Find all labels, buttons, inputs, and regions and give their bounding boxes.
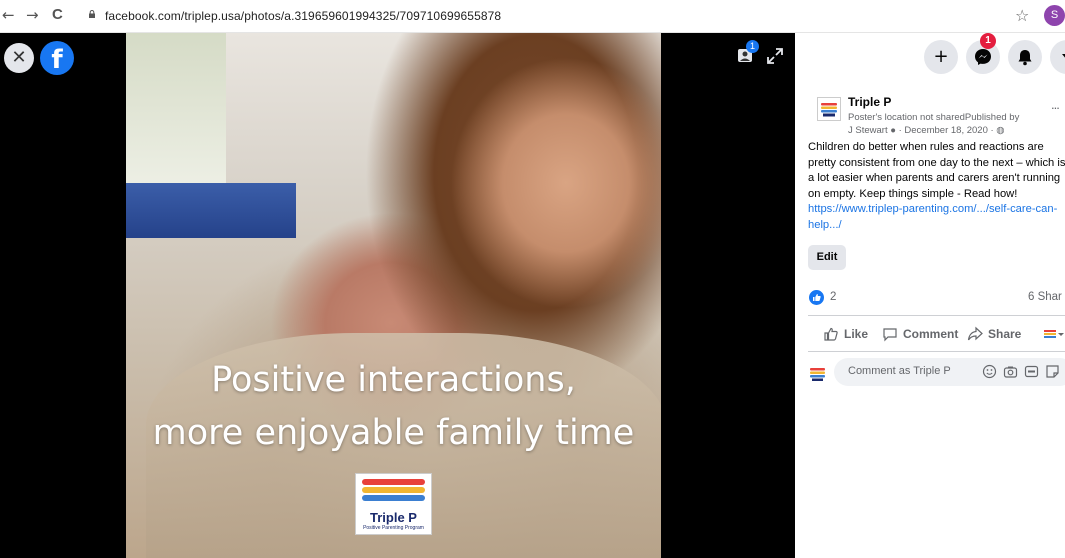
- post-author-name[interactable]: Triple P: [848, 95, 891, 109]
- sticker-icon[interactable]: [1045, 364, 1060, 379]
- comment-placeholder: Comment as Triple P: [848, 365, 951, 377]
- lock-icon[interactable]: [88, 10, 96, 18]
- reaction-count[interactable]: 2: [830, 291, 836, 303]
- browser-toolbar: ← → C facebook.com/triplep.usa/photos/a.…: [0, 0, 1065, 33]
- forward-arrow-icon[interactable]: →: [26, 6, 39, 24]
- like-button[interactable]: Like: [823, 326, 868, 342]
- comment-input[interactable]: Comment as Triple P: [834, 358, 1065, 386]
- comment-label: Comment: [903, 327, 959, 341]
- photo-background-window: [126, 33, 226, 193]
- back-arrow-icon[interactable]: ←: [2, 6, 15, 24]
- reload-icon[interactable]: C: [52, 6, 63, 23]
- photo-caption-line-2: more enjoyable family time: [152, 413, 635, 453]
- more-options-icon[interactable]: ...: [1051, 97, 1060, 112]
- divider: [808, 351, 1065, 352]
- account-menu-icon: [1062, 54, 1065, 58]
- tag-count-badge: 1: [746, 40, 759, 53]
- post-publish-meta[interactable]: J Stewart ● · December 18, 2020 · ◍: [848, 125, 1005, 136]
- like-label: Like: [844, 327, 869, 341]
- triple-p-logo: Triple P Positive Parenting Program: [355, 473, 432, 535]
- photo-caption-line-1: Positive interactions,: [211, 360, 576, 400]
- commenter-avatar[interactable]: [809, 365, 826, 382]
- account-menu-button[interactable]: [1050, 40, 1065, 74]
- facebook-logo-icon[interactable]: f: [40, 41, 74, 75]
- fullscreen-expand-icon[interactable]: [765, 46, 785, 66]
- post-body: Children do better when rules and reacti…: [808, 140, 1065, 233]
- like-reaction-icon[interactable]: [809, 290, 824, 305]
- bookmark-star-icon[interactable]: ☆: [1015, 6, 1029, 25]
- edit-button[interactable]: Edit: [808, 245, 846, 270]
- comment-icon: [883, 328, 897, 342]
- create-button[interactable]: +: [924, 40, 958, 74]
- audience-selector-button[interactable]: [1043, 326, 1065, 342]
- gif-icon[interactable]: [1024, 364, 1039, 379]
- photo-viewer: Positive interactions, more enjoyable fa…: [0, 33, 795, 558]
- close-viewer-button[interactable]: ✕: [4, 43, 34, 73]
- comment-button[interactable]: Comment: [882, 326, 958, 342]
- emoji-icon[interactable]: [982, 364, 997, 379]
- share-button[interactable]: Share: [967, 326, 1021, 342]
- messenger-unread-badge: 1: [980, 33, 996, 49]
- post-body-link[interactable]: https://www.triplep-parenting.com/.../se…: [808, 203, 1057, 231]
- logo-brand-name: Triple P: [370, 510, 417, 525]
- plus-icon: +: [933, 46, 949, 67]
- browser-profile-avatar[interactable]: S: [1044, 5, 1065, 26]
- logo-stripe-red: [362, 479, 425, 485]
- post-photo[interactable]: Positive interactions, more enjoyable fa…: [126, 33, 661, 558]
- logo-stripe-blue: [362, 495, 425, 501]
- logo-stripe-yellow: [362, 487, 425, 493]
- share-icon: [967, 326, 983, 341]
- share-label: Share: [988, 327, 1022, 341]
- thumbs-up-icon: [824, 327, 838, 341]
- share-count[interactable]: 6 Shar: [1028, 291, 1062, 303]
- address-bar-url[interactable]: facebook.com/triplep.usa/photos/a.319659…: [105, 9, 501, 23]
- post-location-meta: Poster's location not sharedPublished by: [848, 112, 1020, 123]
- logo-tagline: Positive Parenting Program: [363, 525, 424, 531]
- divider: [808, 315, 1065, 316]
- post-body-text: Children do better when rules and reacti…: [808, 141, 1065, 200]
- notifications-button[interactable]: [1008, 40, 1042, 74]
- post-details-panel: + 1 Triple P Poster's location not share…: [796, 33, 1065, 558]
- notifications-icon: [1018, 50, 1032, 66]
- page-selector-icon: [1044, 330, 1064, 338]
- page-avatar[interactable]: [817, 97, 841, 121]
- photo-background-shelf: [126, 183, 296, 238]
- camera-icon[interactable]: [1003, 364, 1018, 379]
